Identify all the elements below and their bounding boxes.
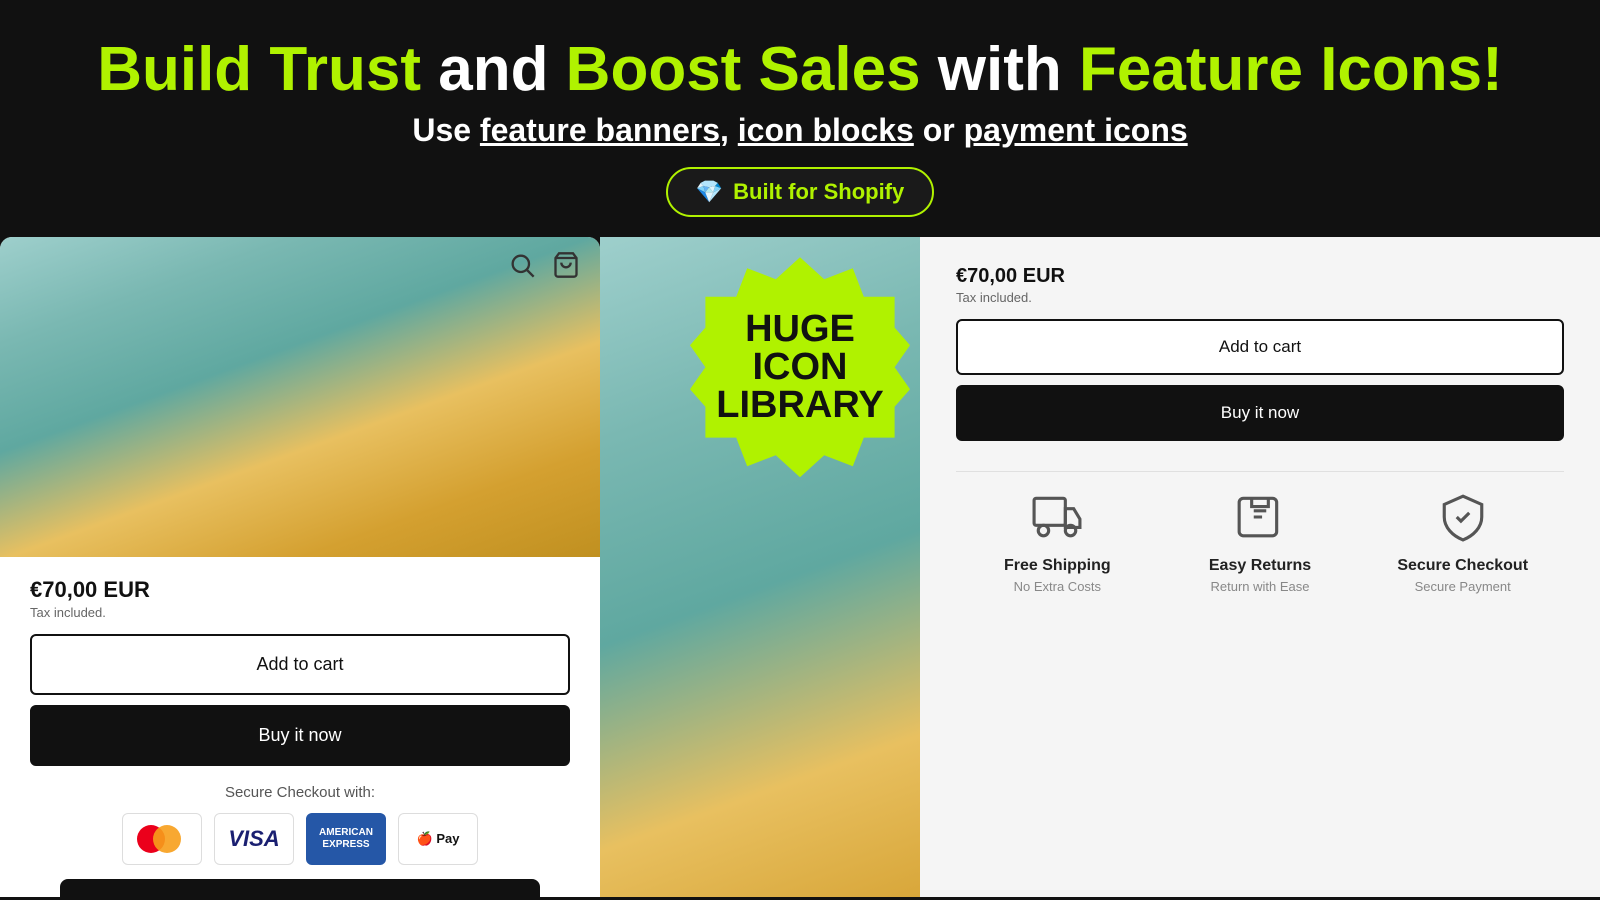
shopify-badge-icon: 💎 bbox=[696, 179, 723, 205]
left-product-info: €70,00 EUR Tax included. Add to cart Buy… bbox=[0, 557, 600, 897]
sub-headline: Use feature banners, icon blocks or paym… bbox=[20, 112, 1580, 149]
left-tax-note: Tax included. bbox=[30, 605, 570, 620]
shipping-banner: Fast and Free Shipping! Order now to get… bbox=[60, 879, 540, 897]
secure-checkout-title: Secure Checkout bbox=[1361, 557, 1564, 575]
right-tax-note: Tax included. bbox=[956, 290, 1564, 305]
shopify-badge-label: Built for Shopify bbox=[733, 179, 904, 205]
free-shipping-title: Free Shipping bbox=[956, 557, 1159, 575]
feature-free-shipping: Free Shipping No Extra Costs bbox=[956, 492, 1159, 594]
cart-icon[interactable] bbox=[552, 251, 580, 279]
right-add-to-cart-button[interactable]: Add to cart bbox=[956, 319, 1564, 375]
right-price: €70,00 EUR bbox=[956, 265, 1564, 288]
return-feature-icon bbox=[1235, 492, 1285, 542]
right-panel: €70,00 EUR Tax included. Add to cart Buy… bbox=[600, 237, 1600, 897]
feature-banners-link[interactable]: feature banners bbox=[480, 112, 720, 148]
visa-badge: VISA bbox=[214, 813, 294, 865]
feature-secure-checkout: Secure Checkout Secure Payment bbox=[1361, 492, 1564, 594]
left-product-image bbox=[0, 237, 600, 557]
shopify-badge[interactable]: 💎 Built for Shopify bbox=[666, 167, 935, 217]
feature-icons-row: Free Shipping No Extra Costs Easy Return… bbox=[956, 471, 1564, 594]
shield-feature-icon bbox=[1438, 492, 1488, 542]
feature-easy-returns: Easy Returns Return with Ease bbox=[1159, 492, 1362, 594]
applepay-badge: 🍎 Pay bbox=[398, 813, 478, 865]
payment-icons-row: VISA AMERICANEXPRESS 🍎 Pay bbox=[30, 813, 570, 865]
secure-checkout-sub: Secure Payment bbox=[1361, 579, 1564, 594]
main-headline: Build Trust and Boost Sales with Feature… bbox=[20, 36, 1580, 104]
visa-text: VISA bbox=[228, 826, 279, 852]
free-shipping-sub: No Extra Costs bbox=[956, 579, 1159, 594]
amex-text: AMERICANEXPRESS bbox=[313, 823, 379, 855]
icon-blocks-link[interactable]: icon blocks bbox=[738, 112, 914, 148]
huge-icon-badge: HUGE ICON LIBRARY bbox=[690, 257, 920, 487]
header: Build Trust and Boost Sales with Feature… bbox=[0, 0, 1600, 237]
amex-badge: AMERICANEXPRESS bbox=[306, 813, 386, 865]
left-buy-now-button[interactable]: Buy it now bbox=[30, 705, 570, 766]
headline-white2: with bbox=[921, 35, 1079, 104]
headline-green1: Build Trust bbox=[97, 35, 421, 104]
right-buy-now-button[interactable]: Buy it now bbox=[956, 385, 1564, 441]
right-product-card: €70,00 EUR Tax included. Add to cart Buy… bbox=[920, 237, 1600, 897]
left-add-to-cart-button[interactable]: Add to cart bbox=[30, 634, 570, 695]
search-icon[interactable] bbox=[508, 251, 536, 279]
mc-circle-right bbox=[153, 825, 181, 853]
headline-green3: Feature Icons! bbox=[1079, 35, 1503, 104]
payment-icons-link[interactable]: payment icons bbox=[964, 112, 1188, 148]
main-content: €70,00 EUR Tax included. Add to cart Buy… bbox=[0, 237, 1600, 897]
left-price: €70,00 EUR bbox=[30, 577, 570, 603]
left-product-panel: €70,00 EUR Tax included. Add to cart Buy… bbox=[0, 237, 600, 897]
mastercard-badge bbox=[122, 813, 202, 865]
starburst-shape: HUGE ICON LIBRARY bbox=[690, 257, 910, 477]
easy-returns-sub: Return with Ease bbox=[1159, 579, 1362, 594]
truck-icon bbox=[80, 895, 120, 897]
starburst-text: HUGE ICON LIBRARY bbox=[716, 310, 883, 424]
applepay-text: 🍎 Pay bbox=[417, 831, 460, 847]
easy-returns-title: Easy Returns bbox=[1159, 557, 1362, 575]
nav-bar bbox=[508, 251, 580, 279]
truck-feature-icon bbox=[1032, 492, 1082, 542]
headline-white1: and bbox=[421, 35, 566, 104]
secure-checkout-label: Secure Checkout with: bbox=[30, 784, 570, 801]
headline-green2: Boost Sales bbox=[566, 35, 921, 104]
